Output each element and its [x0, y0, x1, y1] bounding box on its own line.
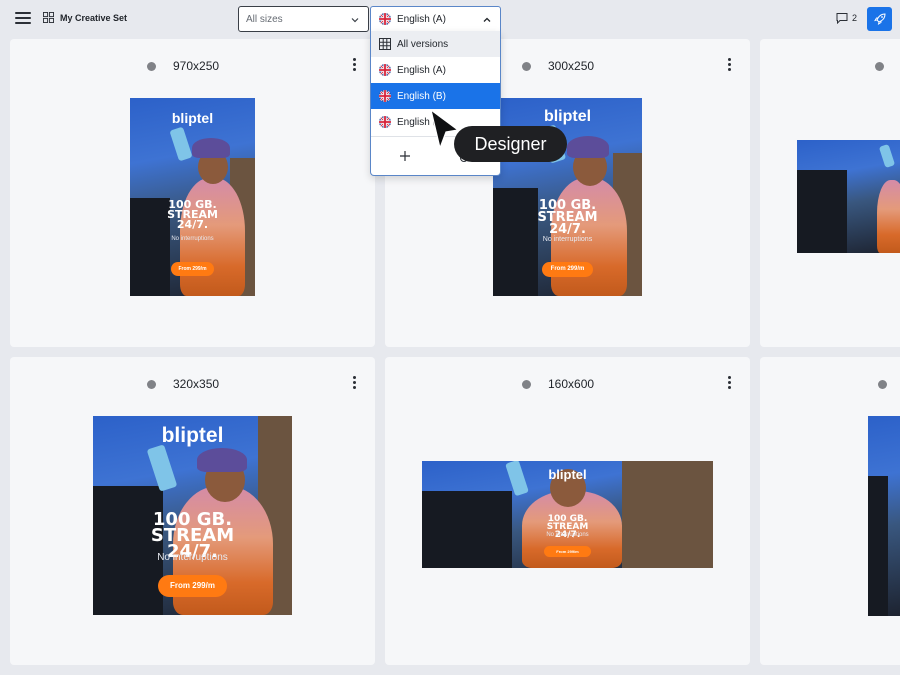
launch-button[interactable]: [867, 7, 892, 31]
card-header: [760, 58, 900, 76]
more-options-icon[interactable]: [727, 58, 731, 74]
status-dot: [147, 62, 156, 71]
tooltip-text: Designer: [474, 133, 547, 154]
sizes-select[interactable]: All sizes: [238, 6, 369, 32]
grid-icon: [379, 38, 391, 50]
plus-icon[interactable]: [399, 150, 411, 162]
banner-preview: [868, 416, 900, 616]
ad-cta: From 299/m: [544, 546, 591, 557]
uk-flag-icon: [379, 116, 391, 128]
ad-logo: bliptel: [543, 108, 592, 125]
status-dot: [875, 62, 884, 71]
card-header: [760, 376, 900, 394]
card-size-label: 320x350: [173, 377, 220, 391]
dropdown-item-label: English (A): [397, 64, 446, 76]
card-size-label: 160x600: [548, 377, 595, 391]
grid-layout-icon: [43, 12, 54, 23]
collaborator-cursor-icon: [430, 109, 459, 149]
rocket-icon: [873, 13, 886, 25]
dropdown-item-label: All versions: [397, 38, 449, 50]
building-shape: [868, 476, 888, 616]
phone-shape: [878, 143, 896, 169]
chevron-up-icon: [483, 17, 491, 22]
ad-cta: From 299/m: [158, 575, 227, 597]
dropdown-item-label: English (B): [397, 90, 446, 102]
phone-shape: [146, 444, 178, 492]
version-select-value: English (A): [397, 13, 446, 25]
ad-logo: bliptel: [161, 424, 224, 447]
size-card-partial[interactable]: [760, 39, 900, 347]
ad-headline-line: 24/7.: [176, 218, 209, 231]
ad-subline: No interruptions: [157, 552, 228, 563]
card-header: 160x600: [385, 376, 750, 394]
building-shape: [797, 170, 847, 253]
dropdown-item-english-a[interactable]: English (A): [371, 57, 500, 83]
cap-shape: [197, 448, 247, 472]
banner-preview: bliptel 100 GB. STREAM 24/7. No interrup…: [130, 98, 255, 296]
card-size-label: 300x250: [548, 59, 595, 73]
more-options-icon[interactable]: [727, 376, 731, 392]
card-size-label: 970x250: [173, 59, 220, 73]
banner-preview: [797, 140, 900, 253]
creative-set-title[interactable]: My Creative Set: [43, 12, 127, 23]
more-options-icon[interactable]: [352, 58, 356, 74]
comments-button[interactable]: 2: [836, 12, 857, 24]
set-title-text: My Creative Set: [60, 12, 128, 23]
more-options-icon[interactable]: [352, 376, 356, 392]
cap-shape: [192, 138, 230, 158]
size-card-160x600[interactable]: 160x600 bliptel 100 GB. STREAM 24/7. No …: [385, 357, 750, 665]
ad-cta: From 299/m: [171, 262, 214, 276]
uk-flag-icon: [379, 90, 391, 102]
ad-subline: No interruptions: [546, 532, 589, 538]
banner-preview: bliptel 100 GB. STREAM 24/7. No interrup…: [422, 461, 713, 568]
status-dot: [522, 380, 531, 389]
ad-logo: bliptel: [171, 110, 214, 126]
size-card-partial[interactable]: [760, 357, 900, 665]
ad-headline-line: 24/7.: [549, 222, 586, 237]
comment-count: 2: [852, 13, 858, 23]
status-dot: [878, 380, 887, 389]
ad-cta: From 299/m: [542, 262, 593, 277]
version-select[interactable]: English (A): [370, 6, 501, 32]
size-card-970x250[interactable]: 970x250 bliptel 100 GB. STREAM 24/7. No …: [10, 39, 375, 347]
hamburger-menu-icon[interactable]: [15, 12, 31, 26]
card-header: 320x350: [10, 376, 375, 394]
sizes-select-value: All sizes: [246, 13, 283, 25]
uk-flag-icon: [379, 64, 391, 76]
chevron-down-icon: [351, 18, 359, 23]
status-dot: [147, 380, 156, 389]
card-header: 970x250: [10, 58, 375, 76]
dropdown-item-english-b[interactable]: English (B): [371, 83, 500, 109]
person-shape: [877, 180, 900, 253]
ad-subline: No interruptions: [542, 236, 593, 243]
status-dot: [522, 62, 531, 71]
dropdown-item-all-versions[interactable]: All versions: [371, 31, 500, 57]
uk-flag-icon: [379, 13, 391, 25]
comment-icon: [836, 13, 848, 24]
cap-shape: [567, 136, 609, 158]
size-card-320x350[interactable]: 320x350 bliptel 100 GB. STREAM 24/7. No …: [10, 357, 375, 665]
banner-preview: bliptel 100 GB. STREAM 24/7. No interrup…: [93, 416, 292, 615]
phone-shape: [169, 126, 193, 162]
ad-logo: bliptel: [548, 467, 587, 482]
collaborator-tooltip: Designer: [454, 126, 567, 162]
ad-subline: No interruptions: [171, 236, 214, 242]
